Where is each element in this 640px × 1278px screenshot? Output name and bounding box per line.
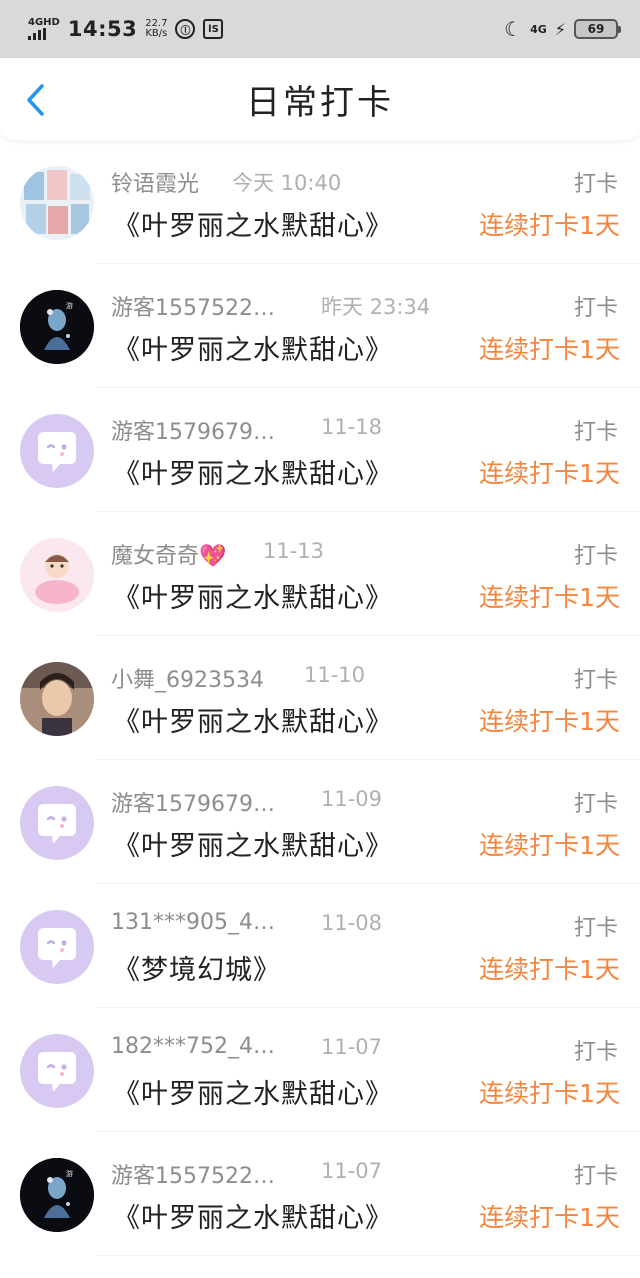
cellular-signal-icon: 4GHD: [28, 18, 60, 40]
book-title[interactable]: 《叶罗丽之水默甜心》: [113, 824, 393, 863]
scenic-collage-avatar-image: [20, 166, 94, 240]
back-button[interactable]: [18, 80, 52, 120]
streak-text: 连续打卡1天: [479, 1203, 620, 1232]
username[interactable]: 游客1579679…: [111, 786, 296, 818]
checkin-time: 11-08: [321, 911, 383, 935]
notification-icon: ⓛ: [175, 19, 196, 39]
list-item[interactable]: 游客1579679… 11-09 《叶罗丽之水默甜心》 打卡 连续打卡1天: [0, 760, 640, 884]
avatar[interactable]: 游: [20, 290, 94, 364]
checkin-time: 昨天 23:34: [321, 295, 431, 319]
streak-text: 连续打卡1天: [479, 707, 620, 736]
book-title[interactable]: 《叶罗丽之水默甜心》: [113, 576, 393, 615]
avatar[interactable]: [20, 1034, 94, 1108]
checkin-label: 打卡: [573, 1164, 618, 1189]
username[interactable]: 游客1557522…: [111, 1158, 296, 1190]
list-item[interactable]: 小舞_6923534 11-10 《叶罗丽之水默甜心》 打卡 连续打卡1天: [0, 636, 640, 760]
streak-text: 连续打卡1天: [479, 211, 620, 240]
username[interactable]: 小舞_6923534: [111, 662, 296, 694]
checkin-label: 打卡: [573, 544, 618, 569]
streak-text: 连续打卡1天: [479, 583, 620, 612]
status-bar: 4GHD 14:53 22.7 KB/s ⓛ lS ☾ 4G ⚡ 69: [0, 0, 640, 58]
default-chat-avatar-icon: [38, 804, 76, 844]
checkin-label: 打卡: [573, 172, 618, 197]
streak-text: 连续打卡1天: [479, 335, 620, 364]
network-speed-unit: KB/s: [145, 28, 168, 39]
streak-text: 连续打卡1天: [479, 459, 620, 488]
list-item[interactable]: 182***752_4… 11-07 《叶罗丽之水默甜心》 打卡 连续打卡1天: [0, 1008, 640, 1132]
checkin-time: 11-10: [304, 663, 366, 687]
divider: [96, 1255, 640, 1256]
list-item[interactable]: 游 游客1557522… 11-07 《叶罗丽之水默甜心》 打卡 连续打卡1天: [0, 1132, 640, 1256]
book-title[interactable]: 《叶罗丽之水默甜心》: [113, 328, 393, 367]
cartoon-pink-avatar-image: [20, 538, 94, 612]
username[interactable]: 游客1579679…: [111, 414, 296, 446]
chevron-left-icon: [27, 84, 44, 116]
book-title[interactable]: 《叶罗丽之水默甜心》: [113, 1072, 393, 1111]
clock: 14:53: [67, 17, 138, 41]
checkin-time: 11-09: [321, 787, 383, 811]
list-item[interactable]: 魔女奇奇💖 11-13 《叶罗丽之水默甜心》 打卡 连续打卡1天: [0, 512, 640, 636]
status-bar-left: 4GHD 14:53 22.7 KB/s ⓛ lS: [28, 17, 224, 41]
checkin-time: 11-18: [321, 415, 383, 439]
avatar[interactable]: [20, 414, 94, 488]
default-chat-avatar-icon: [38, 1052, 76, 1092]
default-chat-avatar-icon: [38, 928, 76, 968]
book-title[interactable]: 《叶罗丽之水默甜心》: [113, 204, 393, 243]
do-not-disturb-moon-icon: ☾: [504, 17, 523, 41]
character-dark-avatar-image: 游: [20, 290, 94, 364]
username[interactable]: 131***905_4…: [111, 910, 296, 935]
network-type: 4GHD: [28, 17, 60, 28]
book-title[interactable]: 《叶罗丽之水默甜心》: [113, 1196, 393, 1235]
character-dark-avatar-image: 游: [20, 1158, 94, 1232]
checkin-label: 打卡: [573, 420, 618, 445]
book-title[interactable]: 《叶罗丽之水默甜心》: [113, 452, 393, 491]
list-item[interactable]: 131***905_4… 11-08 《梦境幻城》 打卡 连续打卡1天: [0, 884, 640, 1008]
checkin-time: 今天 10:40: [232, 171, 342, 195]
page-header: 日常打卡: [0, 58, 640, 140]
avatar[interactable]: [20, 910, 94, 984]
charging-bolt-icon: ⚡: [554, 19, 566, 39]
list-item[interactable]: 游 游客1557522… 昨天 23:34 《叶罗丽之水默甜心》 打卡 连续打卡…: [0, 264, 640, 388]
checkin-list: 铃语霞光 今天 10:40 《叶罗丽之水默甜心》 打卡 连续打卡1天 游 游客1…: [0, 140, 640, 1256]
app-notification-icon: lS: [203, 19, 224, 39]
checkin-label: 打卡: [573, 916, 618, 941]
status-bar-right: ☾ 4G ⚡ 69: [504, 17, 621, 41]
checkin-time: 11-13: [263, 539, 325, 563]
network-speed: 22.7 KB/s: [145, 19, 167, 39]
svg-text:游: 游: [66, 301, 73, 310]
battery-icon: 69: [574, 19, 621, 39]
avatar[interactable]: 游: [20, 1158, 94, 1232]
username[interactable]: 182***752_4…: [111, 1034, 296, 1059]
avatar[interactable]: [20, 538, 94, 612]
checkin-time: 11-07: [321, 1159, 383, 1183]
checkin-time: 11-07: [321, 1035, 383, 1059]
checkin-label: 打卡: [573, 668, 618, 693]
checkin-label: 打卡: [573, 1040, 618, 1065]
checkin-label: 打卡: [573, 296, 618, 321]
page-title: 日常打卡: [246, 82, 394, 123]
list-item[interactable]: 铃语霞光 今天 10:40 《叶罗丽之水默甜心》 打卡 连续打卡1天: [0, 140, 640, 264]
streak-text: 连续打卡1天: [479, 1079, 620, 1108]
checkin-label: 打卡: [573, 792, 618, 817]
avatar[interactable]: [20, 786, 94, 860]
girl-photo-avatar-image: [20, 662, 94, 736]
username[interactable]: 游客1557522…: [111, 290, 296, 322]
book-title[interactable]: 《梦境幻城》: [113, 948, 281, 987]
default-chat-avatar-icon: [38, 432, 76, 472]
avatar[interactable]: [20, 662, 94, 736]
streak-text: 连续打卡1天: [479, 955, 620, 984]
svg-text:游: 游: [66, 1169, 73, 1178]
battery-level: 69: [587, 22, 605, 36]
book-title[interactable]: 《叶罗丽之水默甜心》: [113, 700, 393, 739]
network-type-right: 4G: [530, 22, 547, 36]
list-item[interactable]: 游客1579679… 11-18 《叶罗丽之水默甜心》 打卡 连续打卡1天: [0, 388, 640, 512]
avatar[interactable]: [20, 166, 94, 240]
signal-bars-icon: [28, 28, 46, 40]
streak-text: 连续打卡1天: [479, 831, 620, 860]
